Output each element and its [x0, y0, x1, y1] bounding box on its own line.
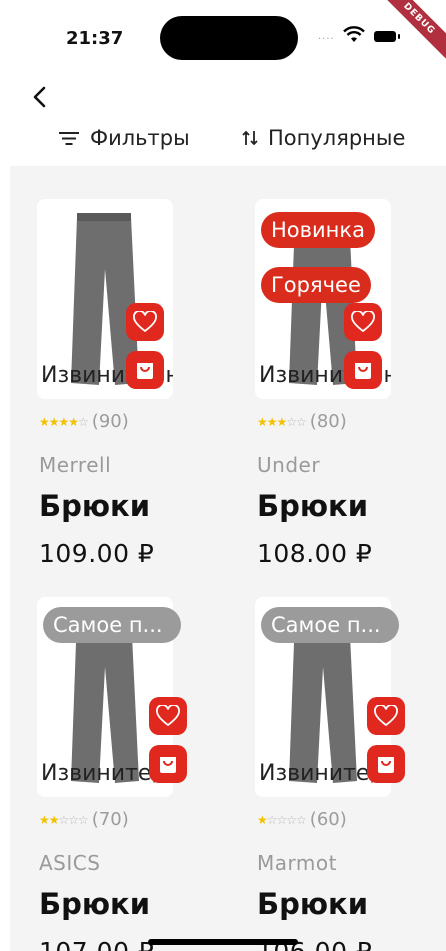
rating-stars: ★★★☆☆ — [257, 414, 307, 429]
product-grid: Извините, ничего не найдено ★★★★☆ (90) M… — [10, 166, 446, 951]
rating-stars: ★★★★☆ — [39, 414, 89, 429]
heart-icon — [351, 311, 375, 333]
shopping-bag-icon — [355, 363, 371, 379]
product-name: Брюки — [257, 887, 369, 921]
hot-badge: Горячее — [261, 267, 371, 303]
review-count: (70) — [91, 809, 129, 830]
review-count: (60) — [309, 809, 347, 830]
favorite-button[interactable] — [367, 697, 405, 735]
favorite-button[interactable] — [126, 303, 164, 341]
add-to-cart-button[interactable] — [367, 745, 405, 783]
bestseller-badge: Самое п... — [43, 607, 181, 643]
product-price: 107.00 ₽ — [39, 937, 154, 951]
heart-icon — [156, 705, 180, 727]
review-count: (90) — [91, 411, 129, 432]
heart-icon — [374, 705, 398, 727]
add-to-cart-button[interactable] — [126, 351, 164, 389]
signal-icon: .... — [318, 31, 335, 42]
product-name: Брюки — [257, 489, 369, 523]
add-to-cart-button[interactable] — [149, 745, 187, 783]
filter-lines-icon — [59, 132, 79, 145]
back-button[interactable] — [28, 82, 52, 112]
sort-button[interactable]: Популярные — [242, 126, 405, 150]
shopping-bag-icon — [137, 363, 153, 379]
status-bar: 21:37 .... DEBUG — [0, 0, 446, 80]
shopping-bag-icon — [160, 757, 176, 773]
product-price: 109.00 ₽ — [39, 539, 155, 568]
battery-icon — [374, 31, 400, 42]
add-to-cart-button[interactable] — [344, 351, 382, 389]
status-time: 21:37 — [66, 28, 124, 49]
bestseller-badge: Самое п... — [261, 607, 399, 643]
catalog-toolbar: Фильтры Популярные — [0, 118, 446, 164]
sort-arrows-icon — [242, 130, 258, 146]
home-indicator[interactable] — [148, 939, 298, 945]
product-rating: ★★★☆☆ (80) — [257, 411, 347, 432]
rating-stars: ★★☆☆☆ — [39, 812, 89, 827]
product-rating: ★★★★☆ (90) — [39, 411, 129, 432]
product-rating: ★★☆☆☆ (70) — [39, 809, 129, 830]
product-name: Брюки — [39, 489, 151, 523]
new-badge: Новинка — [261, 212, 375, 248]
chevron-left-icon — [33, 86, 46, 108]
product-brand: Marmot — [257, 851, 337, 875]
product-brand: Under — [257, 453, 321, 477]
heart-icon — [133, 311, 157, 333]
filters-button[interactable]: Фильтры — [58, 126, 190, 150]
sort-label: Популярные — [268, 126, 406, 150]
shopping-bag-icon — [378, 757, 394, 773]
product-brand: ASICS — [39, 851, 101, 875]
dynamic-island — [160, 16, 298, 60]
wifi-icon — [343, 26, 365, 42]
product-brand: Merrell — [39, 453, 112, 477]
rating-stars: ★☆☆☆☆ — [257, 812, 307, 827]
product-rating: ★☆☆☆☆ (60) — [257, 809, 347, 830]
review-count: (80) — [309, 411, 347, 432]
product-price: 108.00 ₽ — [257, 539, 373, 568]
favorite-button[interactable] — [149, 697, 187, 735]
filters-label: Фильтры — [90, 126, 190, 150]
product-name: Брюки — [39, 887, 151, 921]
favorite-button[interactable] — [344, 303, 382, 341]
